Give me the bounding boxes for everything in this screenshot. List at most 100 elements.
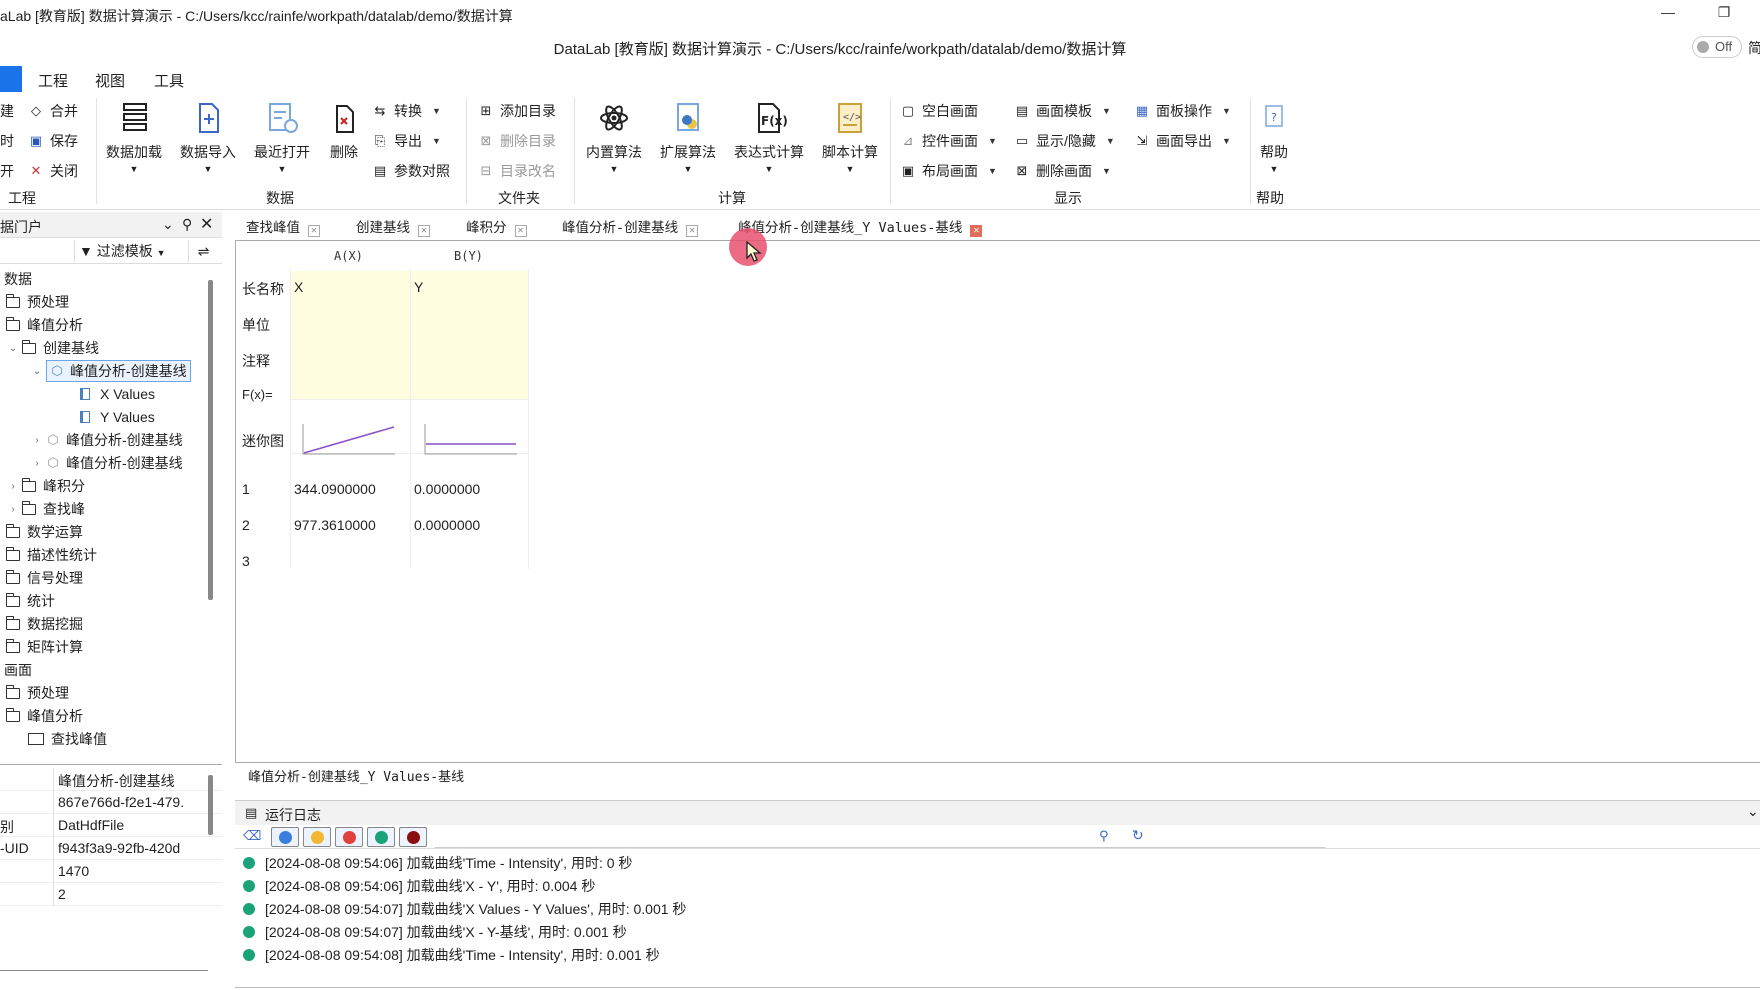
menu-project[interactable]: 工程	[38, 70, 68, 91]
close-tab-icon[interactable]: ✕	[514, 225, 527, 237]
merge-button[interactable]: ◇ 合并	[28, 100, 78, 122]
refresh-icon[interactable]: ↻	[1132, 827, 1144, 844]
tree-node[interactable]: 矩阵计算	[6, 636, 83, 658]
tree-scrollbar[interactable]	[208, 280, 213, 600]
tree-node[interactable]: › 峰积分	[6, 475, 85, 497]
chevron-down-icon[interactable]: ⌄	[162, 216, 174, 233]
save-button[interactable]: ▣ 保存	[28, 130, 78, 152]
column-header-b[interactable]: B(Y)	[454, 249, 483, 263]
view-export-button[interactable]: ⇲ 画面导出 ▼	[1134, 130, 1231, 152]
cell-b2[interactable]: 0.0000000	[414, 517, 480, 533]
tree-node[interactable]: 信号处理	[6, 567, 83, 589]
tree-node[interactable]: 峰值分析	[6, 314, 83, 336]
tree-node[interactable]: › ⬡ 峰值分析-创建基线	[30, 429, 182, 451]
recent-open-button[interactable]: 最近打开 ▼	[254, 100, 310, 174]
chevron-right-icon[interactable]: ›	[30, 458, 44, 469]
menu-tools[interactable]: 工具	[154, 70, 184, 91]
data-import-button[interactable]: 数据导入 ▼	[180, 100, 236, 174]
log-text: [2024-08-08 09:54:08] 加载曲线'Time - Intens…	[265, 947, 660, 963]
tree-node[interactable]: 统计	[6, 590, 55, 612]
data-load-button[interactable]: 数据加载 ▼	[106, 100, 162, 174]
log-search-input[interactable]	[435, 847, 1325, 848]
tree-node[interactable]: ⌄ 创建基线	[6, 337, 99, 359]
show-hide-button[interactable]: ▭ 显示/隐藏 ▼	[1014, 130, 1115, 152]
panel-ops-button[interactable]: ▦ 面板操作 ▼	[1134, 100, 1231, 122]
ext-algo-button[interactable]: 扩展算法 ▼	[660, 100, 716, 174]
column-header-a[interactable]: A(X)	[334, 249, 363, 263]
close-tab-icon[interactable]: ✕	[308, 225, 320, 237]
theme-toggle[interactable]: Off	[1692, 36, 1742, 58]
filter-success-button[interactable]	[367, 827, 395, 847]
tree-node[interactable]: 数据	[4, 268, 32, 290]
close-button[interactable]: ✕ 关闭	[28, 160, 78, 182]
layout-view-button[interactable]: ▣ 布局画面 ▼	[900, 160, 997, 182]
cell-b1[interactable]: 0.0000000	[414, 481, 480, 497]
delete-view-button[interactable]: ⊠ 删除画面 ▼	[1014, 160, 1111, 182]
clear-log-icon[interactable]: ⌫	[243, 828, 261, 844]
close-tab-icon[interactable]: ✕	[686, 225, 699, 237]
chevron-down-icon[interactable]: ⌄	[6, 343, 20, 354]
chevron-down-icon[interactable]: ⌄	[1747, 803, 1759, 820]
open-time-button[interactable]: 时	[0, 130, 14, 152]
export-button[interactable]: ⎘ 导出 ▼	[372, 130, 441, 152]
close-tab-icon[interactable]: ✕	[418, 225, 430, 237]
close-tab-icon[interactable]: ✕	[970, 225, 983, 237]
convert-button[interactable]: ⇆ 转换 ▼	[372, 100, 441, 122]
param-compare-button[interactable]: ▤ 参数对照	[372, 160, 450, 182]
tree-node[interactable]: 画面	[4, 659, 32, 681]
blank-view-button[interactable]: ▢ 空白画面	[900, 100, 978, 122]
filter-template-button[interactable]: ▼ 过滤模板 ▼	[74, 240, 174, 262]
tree-node[interactable]: 查找峰值	[28, 728, 107, 750]
tab-create-baseline[interactable]: 创建基线 ✕	[356, 216, 430, 237]
help-button[interactable]: ? 帮助 ▼	[1256, 100, 1292, 174]
filter-warning-button[interactable]	[303, 827, 331, 847]
rename-folder-button[interactable]: ⊟ 目录改名	[478, 160, 556, 182]
menu-view[interactable]: 视图	[95, 70, 125, 91]
search-icon[interactable]: ⚲	[1099, 828, 1109, 844]
menu-file-button[interactable]	[0, 66, 22, 92]
control-view-button[interactable]: ⊿ 控件画面 ▼	[900, 130, 997, 152]
cell-longname-b[interactable]: Y	[414, 279, 423, 295]
tree-node[interactable]: 数学运算	[6, 521, 83, 543]
delete-data-button[interactable]: 删除	[326, 100, 362, 162]
filter-fatal-button[interactable]	[399, 827, 427, 847]
filter-info-button[interactable]	[271, 827, 299, 847]
tab-peak-baseline[interactable]: 峰值分析-创建基线 ✕	[562, 216, 699, 237]
cell-a1[interactable]: 344.0900000	[294, 481, 376, 497]
switch-icon[interactable]: ⇌	[188, 240, 218, 262]
language-label[interactable]: 简	[1748, 38, 1760, 58]
tree-node-selected[interactable]: ⌄ ⬡ 峰值分析-创建基线	[30, 360, 191, 382]
delete-folder-button[interactable]: ⊠ 删除目录	[478, 130, 556, 152]
chevron-right-icon[interactable]: ›	[30, 435, 44, 446]
chevron-right-icon[interactable]: ›	[6, 504, 20, 515]
minimize-button[interactable]: —	[1648, 4, 1688, 26]
chevron-right-icon[interactable]: ›	[6, 481, 20, 492]
cell-longname-a[interactable]: X	[294, 279, 303, 295]
tree-node[interactable]: 描述性统计	[6, 544, 97, 566]
new-button[interactable]: 建	[0, 100, 14, 122]
tab-find-peak[interactable]: 查找峰值 ✕	[246, 216, 320, 237]
tab-peak-integral[interactable]: 峰积分 ✕	[466, 216, 527, 237]
tree-node[interactable]: X Values	[80, 383, 155, 405]
expr-calc-button[interactable]: F(x) 表达式计算 ▼	[734, 100, 804, 174]
tab-baseline-yvalues[interactable]: 峰值分析-创建基线_Y Values-基线 ✕	[738, 216, 983, 237]
tree-node[interactable]: 预处理	[6, 291, 69, 313]
filter-error-button[interactable]	[335, 827, 363, 847]
tree-node[interactable]: 数据挖掘	[6, 613, 83, 635]
props-scrollbar[interactable]	[208, 775, 213, 835]
close-panel-icon[interactable]: ✕	[200, 214, 213, 234]
tree-node[interactable]: 预处理	[6, 682, 69, 704]
chevron-down-icon[interactable]: ⌄	[30, 366, 44, 377]
tree-node[interactable]: 峰值分析	[6, 705, 83, 727]
tree-node[interactable]: › ⬡ 峰值分析-创建基线	[30, 452, 182, 474]
view-template-button[interactable]: ▤ 画面模板 ▼	[1014, 100, 1111, 122]
open-button[interactable]: 开	[0, 160, 14, 182]
add-folder-button[interactable]: ⊞ 添加目录	[478, 100, 556, 122]
tree-node[interactable]: Y Values	[80, 406, 155, 428]
script-calc-button[interactable]: </> 脚本计算 ▼	[822, 100, 878, 174]
cell-a2[interactable]: 977.3610000	[294, 517, 376, 533]
tree-node[interactable]: › 查找峰	[6, 498, 85, 520]
pin-icon[interactable]: ⚲	[182, 216, 192, 233]
builtin-algo-button[interactable]: 内置算法 ▼	[586, 100, 642, 174]
restore-button[interactable]: ❐	[1704, 4, 1744, 26]
